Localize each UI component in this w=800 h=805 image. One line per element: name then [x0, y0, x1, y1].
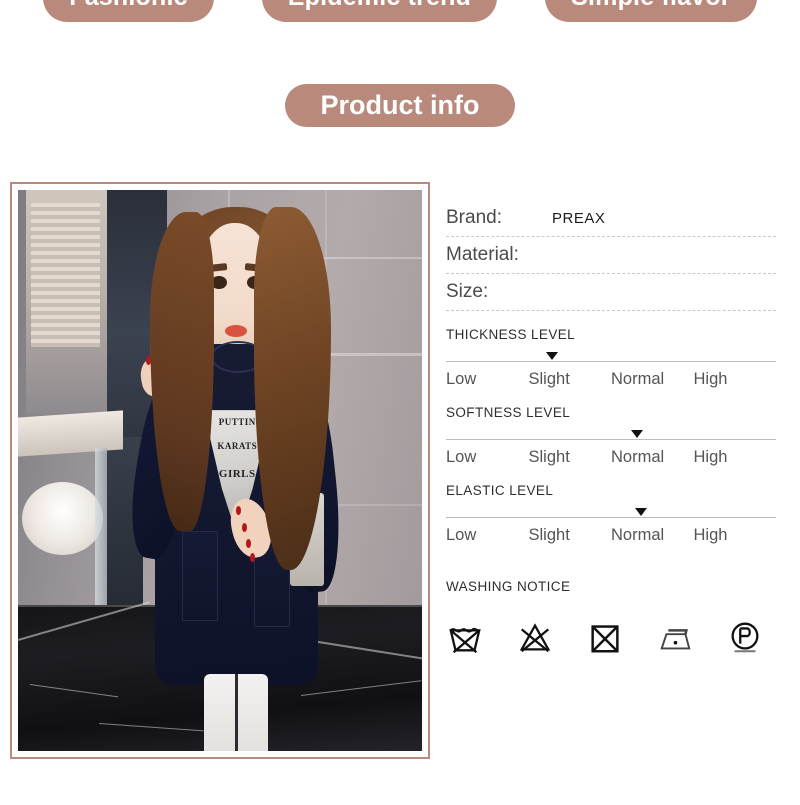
level-track-thickness[interactable]	[446, 351, 776, 364]
level-block-softness: SOFTNESS LEVEL Low Slight Normal High	[446, 405, 776, 467]
heading-label: Product info	[320, 90, 480, 120]
leg-gap	[235, 674, 239, 751]
level-marker-softness	[631, 430, 644, 438]
left-pocket	[181, 531, 218, 622]
wash-basin	[22, 481, 103, 555]
spec-row-material: Material:	[446, 237, 776, 274]
level-option-slight[interactable]: Slight	[529, 370, 612, 389]
level-option-high[interactable]: High	[694, 370, 777, 389]
fingernail	[249, 553, 255, 562]
level-line	[446, 439, 776, 440]
product-spec-panel: Brand: PREAX Material: Size: THICKNESS L…	[446, 200, 776, 656]
pill-label: Fashionic	[69, 0, 188, 12]
product-info-heading: Product info	[284, 84, 516, 127]
pill-label: Epidemic trend	[288, 0, 471, 12]
glass-partition	[94, 448, 107, 606]
level-option-normal[interactable]: Normal	[611, 448, 694, 467]
level-option-low[interactable]: Low	[446, 448, 529, 467]
pill-simple-flavor[interactable]: Simple flavor	[545, 0, 757, 22]
washing-notice-title: WASHING NOTICE	[446, 579, 571, 594]
dry-clean-p-icon	[731, 622, 759, 653]
counter-top	[18, 410, 124, 458]
level-option-normal[interactable]: Normal	[611, 370, 694, 389]
level-option-low[interactable]: Low	[446, 370, 529, 389]
level-title-thickness: THICKNESS LEVEL	[446, 327, 576, 342]
spec-label-material: Material:	[446, 244, 519, 265]
level-option-slight[interactable]: Slight	[529, 448, 612, 467]
level-option-slight[interactable]: Slight	[529, 526, 612, 545]
section-heading-wrap: Product info	[0, 84, 800, 127]
iron-low-heat-icon	[660, 629, 691, 650]
level-track-elastic[interactable]	[446, 507, 776, 520]
level-block-elastic: ELASTIC LEVEL Low Slight Normal High	[446, 483, 776, 545]
category-pill-row: Fashionic Epidemic trend Simple flavor	[0, 0, 800, 22]
pill-epidemic-trend[interactable]: Epidemic trend	[261, 0, 498, 22]
do-not-bleach-icon	[519, 623, 551, 653]
level-scale-softness: Low Slight Normal High	[446, 448, 776, 467]
level-option-high[interactable]: High	[694, 448, 777, 467]
care-icon-row	[446, 618, 776, 656]
washing-notice-section: WASHING NOTICE	[446, 579, 776, 656]
model-figure: PUTTIN KARATS GIRLS	[120, 201, 349, 751]
level-block-thickness: THICKNESS LEVEL Low Slight Normal High	[446, 327, 776, 389]
fingernail	[241, 522, 247, 532]
spec-label-brand: Brand:	[446, 207, 502, 228]
spec-row-size: Size:	[446, 274, 776, 311]
spec-row-brand: Brand: PREAX	[446, 200, 776, 237]
product-photo-frame: PUTTIN KARATS GIRLS	[10, 182, 430, 759]
level-track-softness[interactable]	[446, 429, 776, 442]
level-marker-thickness	[545, 352, 558, 360]
spec-label-size: Size:	[446, 281, 489, 302]
level-line	[446, 517, 776, 518]
level-title-softness: SOFTNESS LEVEL	[446, 405, 571, 420]
spec-value-brand: PREAX	[551, 209, 606, 227]
do-not-tumble-dry-icon	[591, 625, 619, 653]
window-blinds	[30, 203, 101, 348]
level-title-elastic: ELASTIC LEVEL	[446, 483, 554, 498]
pill-label: Simple flavor	[571, 0, 731, 12]
level-marker-elastic	[634, 508, 647, 516]
product-photo: PUTTIN KARATS GIRLS	[18, 190, 422, 751]
mirror	[26, 190, 107, 415]
do-not-wash-icon	[449, 627, 481, 654]
level-option-normal[interactable]: Normal	[611, 526, 694, 545]
level-option-high[interactable]: High	[694, 526, 777, 545]
level-scale-thickness: Low Slight Normal High	[446, 370, 776, 389]
photo-scene: PUTTIN KARATS GIRLS	[18, 190, 422, 751]
level-option-low[interactable]: Low	[446, 526, 529, 545]
level-scale-elastic: Low Slight Normal High	[446, 526, 776, 545]
level-line	[446, 361, 776, 362]
pill-fashionic[interactable]: Fashionic	[43, 0, 214, 22]
